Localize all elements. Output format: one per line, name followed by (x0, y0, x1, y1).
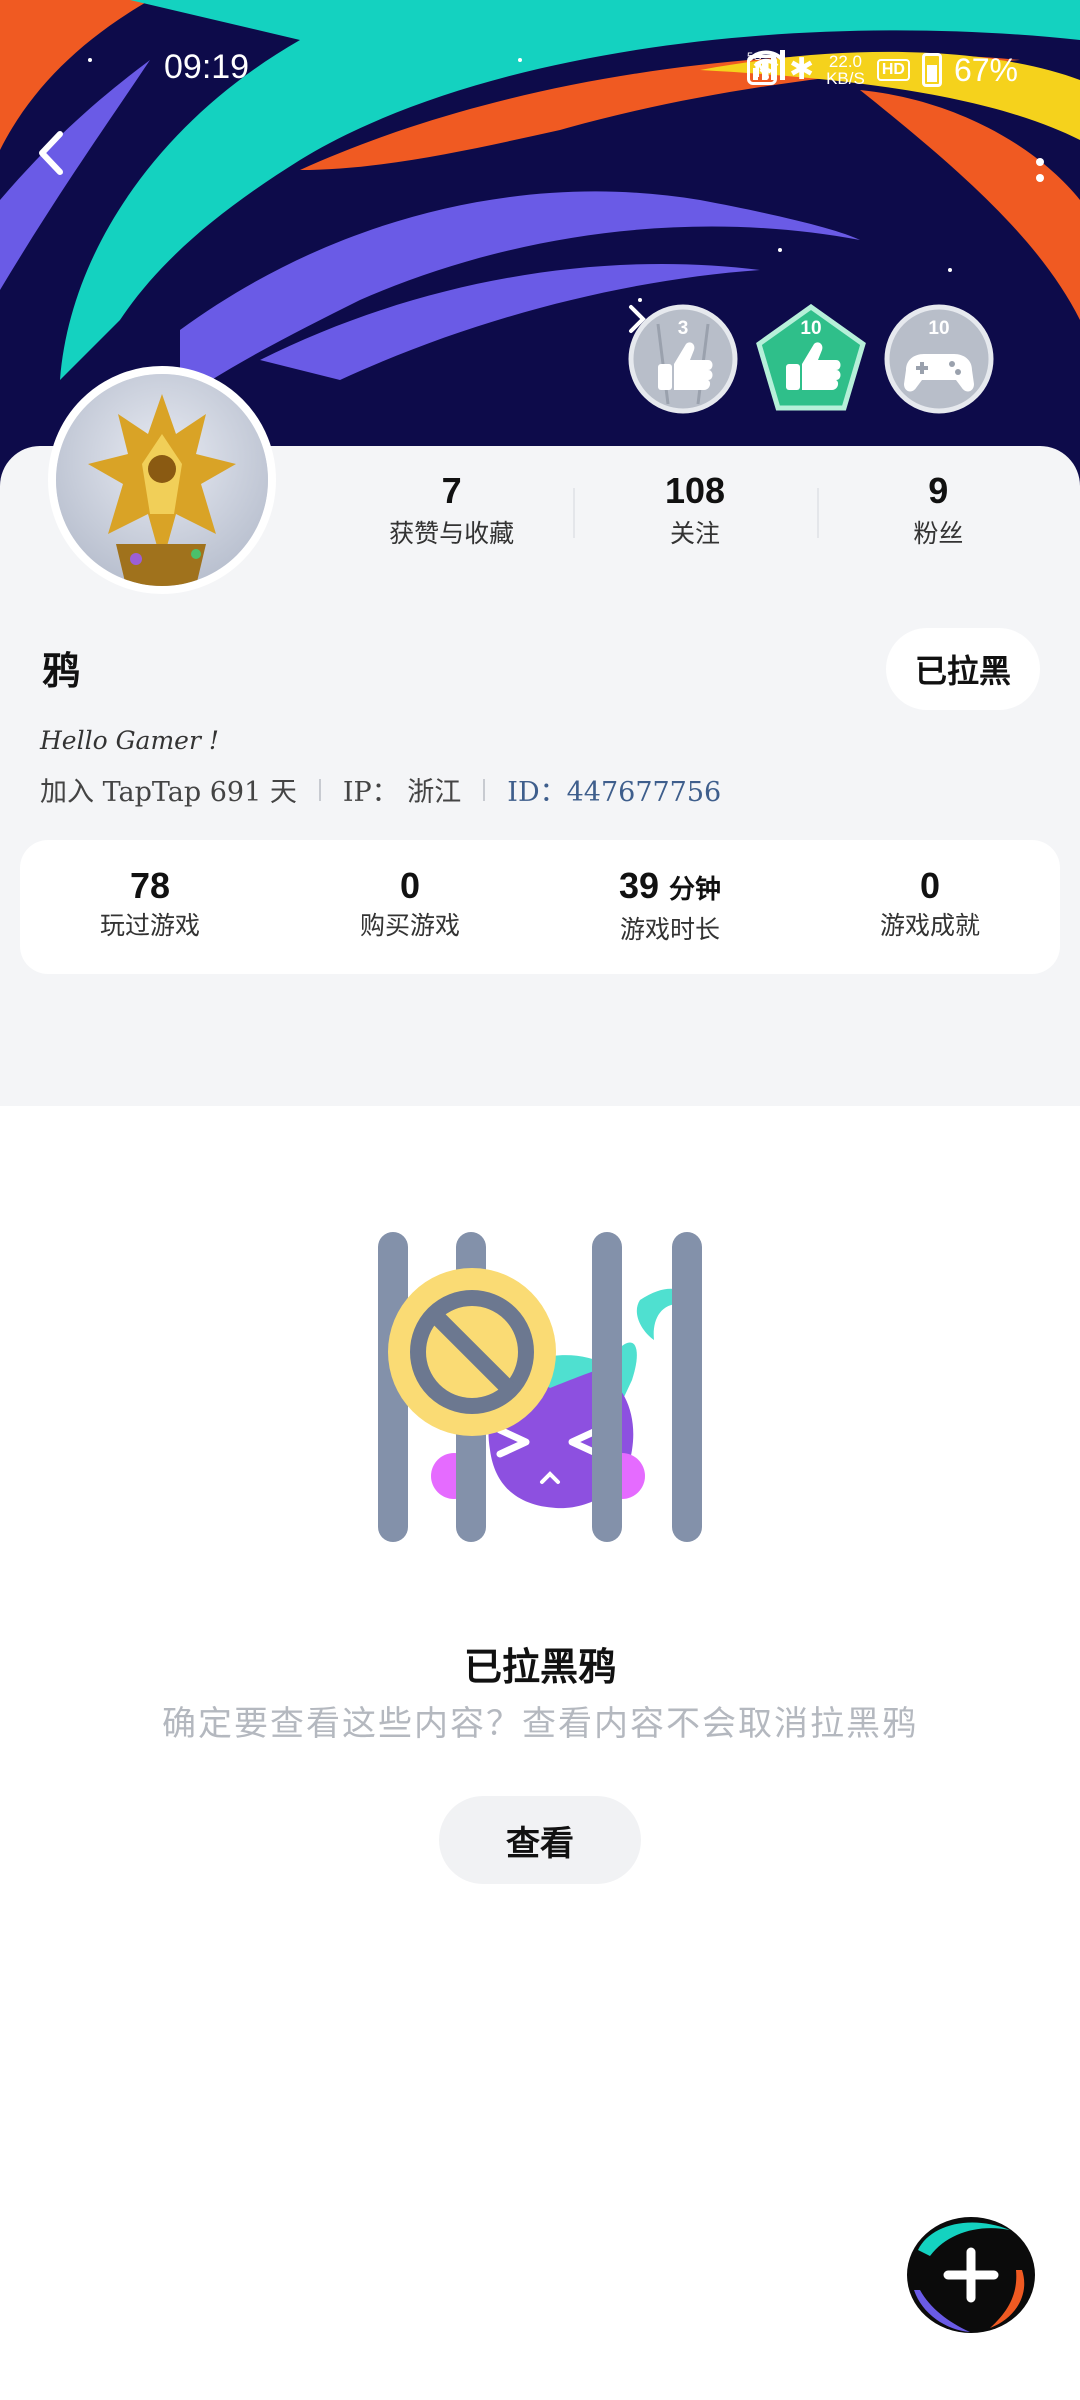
username: 鸦 (42, 648, 81, 693)
game-stat-value: 0 (399, 865, 421, 906)
stat-label: 粉丝 (913, 519, 964, 548)
game-stat-label: 游戏时长 (619, 915, 720, 944)
blocked-description: 确定要查看这些内容？查看内容不会取消拉黑鸦 (162, 1704, 918, 1744)
game-stat-value: 39 分钟 (618, 865, 722, 906)
view-content-button[interactable]: 查看 (439, 1796, 641, 1884)
status-time: 09:19 (164, 48, 250, 86)
game-stat-value: 0 (919, 865, 941, 906)
back-arrow-icon (39, 131, 63, 175)
more-options-button[interactable] (1020, 140, 1060, 200)
stat-followers[interactable]: 9 粉丝 (816, 470, 1060, 570)
ip-location: IP： 浙江 (342, 777, 462, 808)
bluetooth-icon: ✱ (788, 52, 815, 87)
blocked-button[interactable]: 已拉黑 (886, 628, 1040, 710)
profile-meta: 加入 TapTap 691 天 IP： 浙江 ID：447677756 (40, 770, 721, 809)
joined-days: 加入 TapTap 691 天 (40, 777, 297, 808)
network-speed-unit: KB/S (826, 69, 865, 88)
stat-likes[interactable]: 7 获赞与收藏 (330, 470, 573, 570)
blocked-illustration (378, 1232, 702, 1542)
game-stats-card: 78 玩过游戏 0 购买游戏 39 分钟 游戏时长 0 游戏成就 (20, 840, 1060, 974)
divider (318, 778, 321, 801)
badge-likes-10[interactable]: 10 (756, 304, 866, 414)
network-speed: 22.0 KB/S (826, 53, 865, 87)
chevron-right-icon (629, 305, 646, 333)
status-bar: 09:19 N ✱ 22.0 KB/S HD 5G (0, 0, 1080, 130)
prohibited-icon (388, 1268, 556, 1436)
more-dot-icon (1036, 174, 1044, 182)
game-stat-playtime[interactable]: 39 分钟 游戏时长 (540, 840, 800, 974)
badge-number: 10 (928, 318, 950, 339)
battery-icon (921, 53, 942, 87)
avatar[interactable] (48, 366, 276, 594)
stat-value: 9 (928, 470, 949, 511)
bio: Hello Gamer ! (40, 726, 219, 755)
user-id[interactable]: ID：447677756 (507, 770, 721, 809)
signal-icon: 5G (747, 50, 785, 80)
badges-more-arrow[interactable] (629, 305, 1042, 379)
game-stat-label: 购买游戏 (359, 911, 460, 940)
create-post-button[interactable] (900, 2210, 1042, 2340)
game-stat-played[interactable]: 78 玩过游戏 (20, 840, 280, 974)
game-stat-value: 78 (129, 865, 171, 906)
game-stat-achievements[interactable]: 0 游戏成就 (800, 840, 1060, 974)
game-stat-purchased[interactable]: 0 购买游戏 (280, 840, 540, 974)
stat-following[interactable]: 108 关注 (573, 470, 816, 570)
avatar-image (56, 374, 268, 586)
stat-label: 获赞与收藏 (389, 519, 515, 548)
more-dot-icon (1036, 158, 1044, 166)
blocked-title: 已拉黑鸦 (463, 1644, 616, 1689)
badge-number: 10 (800, 318, 822, 339)
status-icons: N ✱ 22.0 KB/S HD 5G 67% (746, 50, 1018, 90)
game-stat-label: 玩过游戏 (99, 911, 200, 940)
svg-text:5G: 5G (747, 51, 762, 63)
stat-value: 7 (441, 470, 462, 511)
stat-label: 关注 (669, 519, 720, 548)
battery-level: 67% (953, 51, 1018, 88)
badge-list[interactable]: 3 10 10 (628, 304, 1042, 414)
game-stat-unit: 分钟 (669, 875, 722, 905)
stat-value: 108 (664, 470, 726, 511)
hd-icon: HD (876, 59, 910, 81)
badge-playtime-10[interactable]: 10 (884, 304, 994, 414)
divider (483, 778, 486, 801)
game-stat-label: 游戏成就 (879, 911, 980, 940)
back-button[interactable] (36, 130, 96, 200)
social-stats: 7 获赞与收藏 108 关注 9 粉丝 (330, 470, 1060, 570)
